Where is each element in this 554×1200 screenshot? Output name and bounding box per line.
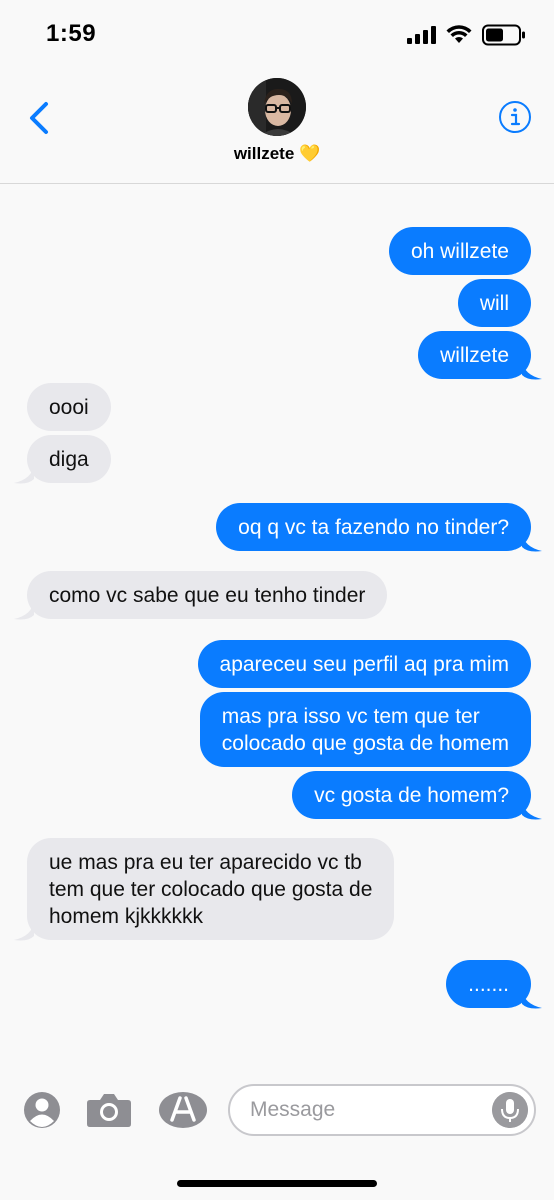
contact-icon[interactable]: [22, 1090, 62, 1130]
bubble-tail: [14, 465, 34, 484]
incoming-message-bubble[interactable]: oooi: [27, 383, 111, 431]
outgoing-message-bubble[interactable]: .......: [446, 960, 531, 1008]
bubble-tail: [522, 990, 542, 1009]
message-text: willzete: [440, 343, 509, 367]
message-text: oooi: [49, 395, 89, 419]
message-text: oq q vc ta fazendo no tinder?: [238, 515, 509, 539]
outgoing-message-bubble[interactable]: mas pra isso vc tem que ter colocado que…: [199, 692, 531, 767]
outgoing-message-bubble[interactable]: oh willzete: [388, 227, 531, 275]
camera-icon[interactable]: [86, 1090, 132, 1130]
incoming-message-bubble[interactable]: ue mas pra eu ter aparecido vc tb tem qu…: [27, 838, 395, 940]
composer-bar: [0, 1070, 554, 1150]
battery-icon: [482, 24, 525, 46]
message-input-field[interactable]: [228, 1084, 536, 1136]
message-text: mas pra isso vc tem que ter colocado que…: [221, 704, 509, 755]
incoming-message-bubble[interactable]: como vc sabe que eu tenho tinder: [27, 571, 388, 619]
incoming-message-bubble[interactable]: diga: [27, 435, 111, 483]
bubble-tail: [522, 533, 542, 552]
message-text: oh willzete: [410, 239, 509, 263]
outgoing-message-bubble[interactable]: will: [457, 279, 531, 327]
outgoing-message-bubble[interactable]: oq q vc ta fazendo no tinder?: [216, 503, 531, 551]
back-chevron-icon[interactable]: [22, 98, 56, 138]
contact-avatar[interactable]: [248, 78, 306, 136]
outgoing-message-bubble[interactable]: vc gosta de homem?: [292, 771, 531, 819]
conversation-header: willzete 💛: [0, 70, 554, 184]
app-store-icon[interactable]: [158, 1090, 208, 1130]
message-text: .......: [468, 972, 509, 996]
cellular-signal-icon: [407, 26, 436, 44]
status-bar: 1:59: [0, 0, 554, 70]
contact-name[interactable]: willzete 💛: [0, 144, 554, 164]
message-text: vc gosta de homem?: [314, 783, 509, 807]
bubble-tail: [14, 922, 34, 941]
message-text: will: [479, 291, 509, 315]
message-text: como vc sabe que eu tenho tinder: [49, 583, 366, 607]
home-indicator[interactable]: [177, 1180, 377, 1187]
bubble-tail: [522, 801, 542, 820]
microphone-icon[interactable]: [492, 1092, 528, 1128]
bubble-tail: [522, 361, 542, 380]
bubble-tail: [14, 601, 34, 620]
outgoing-message-bubble[interactable]: willzete: [418, 331, 531, 379]
message-text: apareceu seu perfil aq pra mim: [219, 652, 509, 676]
status-time: 1:59: [46, 20, 97, 47]
wifi-icon: [446, 25, 472, 43]
message-text: ue mas pra eu ter aparecido vc tb tem qu…: [49, 850, 373, 928]
status-icons: [407, 24, 526, 46]
info-icon[interactable]: [498, 100, 532, 134]
outgoing-message-bubble[interactable]: apareceu seu perfil aq pra mim: [197, 640, 531, 688]
message-text: diga: [49, 447, 89, 471]
message-input[interactable]: [250, 1098, 480, 1122]
